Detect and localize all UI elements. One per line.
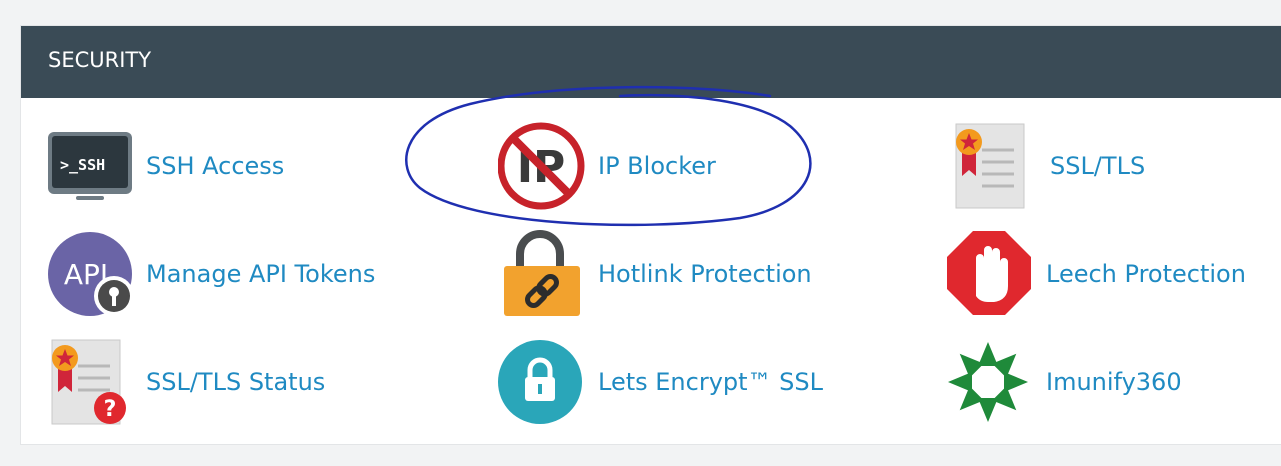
imunify360-icon — [946, 336, 1038, 428]
ip-blocker-icon: IP — [497, 120, 590, 212]
ssl-tls-label: SSL/TLS — [1050, 152, 1146, 180]
certificate-icon — [950, 120, 1042, 212]
padlock-link-icon — [498, 228, 590, 320]
manage-api-tokens-link[interactable]: API Manage API Tokens — [46, 228, 406, 320]
ssl-tls-status-link[interactable]: ? SSL/TLS Status — [46, 336, 366, 428]
imunify360-label: Imunify360 — [1046, 368, 1182, 396]
ip-blocker-label: IP Blocker — [598, 152, 716, 180]
ssh-terminal-icon: >_SSH — [46, 120, 138, 212]
lets-encrypt-ssl-label: Lets Encrypt™ SSL — [598, 368, 824, 396]
panel-header: SECURITY — [21, 26, 1281, 98]
ip-blocker-link[interactable]: IP IP Blocker — [497, 120, 798, 212]
hotlink-protection-label: Hotlink Protection — [598, 260, 812, 288]
ssl-tls-status-label: SSL/TLS Status — [146, 368, 326, 396]
stop-hand-icon — [946, 228, 1038, 320]
ssl-tls-link[interactable]: SSL/TLS — [950, 120, 1250, 212]
certificate-status-icon: ? — [46, 336, 138, 428]
leech-protection-link[interactable]: Leech Protection — [946, 228, 1256, 320]
imunify360-link[interactable]: Imunify360 — [946, 336, 1246, 428]
ssh-access-link[interactable]: >_SSH SSH Access — [46, 120, 366, 212]
manage-api-tokens-label: Manage API Tokens — [146, 260, 376, 288]
svg-text:>_SSH: >_SSH — [60, 156, 105, 174]
hotlink-protection-link[interactable]: Hotlink Protection — [498, 228, 838, 320]
lets-encrypt-ssl-link[interactable]: Lets Encrypt™ SSL — [498, 336, 828, 428]
ssh-access-label: SSH Access — [146, 152, 285, 180]
api-token-icon: API — [46, 228, 138, 320]
svg-text:?: ? — [104, 397, 117, 422]
leech-protection-label: Leech Protection — [1046, 260, 1246, 288]
panel-title: SECURITY — [48, 48, 152, 72]
lets-encrypt-lock-icon — [498, 336, 590, 428]
